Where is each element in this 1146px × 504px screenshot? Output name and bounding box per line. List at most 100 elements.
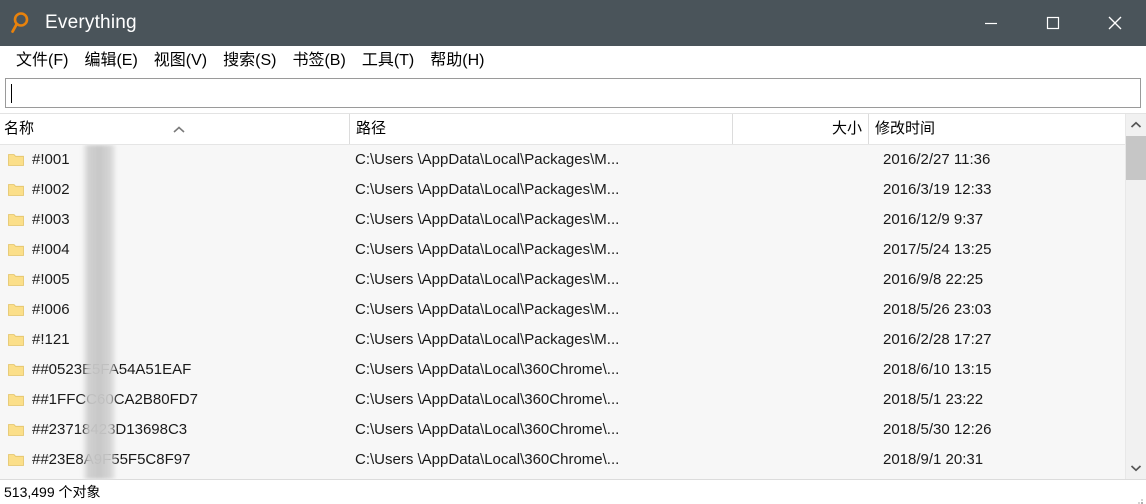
title-bar-left: Everything [0, 10, 137, 36]
column-header-path[interactable]: 路径 [349, 114, 732, 144]
row-name-text: #!002 [32, 181, 70, 198]
row-name-cell: #!006 [0, 295, 349, 325]
row-date-cell: 2017/5/24 13:25 [883, 241, 992, 258]
row-date-cell: 2016/12/9 9:37 [883, 211, 984, 228]
table-row[interactable]: ##23718423D13698C3 C:\Users \AppData\Loc… [0, 415, 1146, 445]
folder-icon [8, 243, 24, 257]
row-size-cell [732, 325, 868, 355]
row-date-cell: 2018/6/10 13:15 [883, 361, 992, 378]
table-row[interactable]: #!002 C:\Users \AppData\Local\Packages\M… [0, 175, 1146, 205]
row-path-cell: C:\Users \AppData\Local\360Chrome\... [355, 361, 620, 378]
minimize-icon [983, 15, 999, 31]
row-path-cell: C:\Users \AppData\Local\Packages\M... [355, 331, 620, 348]
row-name-text: #!001 [32, 151, 70, 168]
row-path-cell: C:\Users \AppData\Local\Packages\M... [355, 151, 620, 168]
column-header-date-label: 修改时间 [875, 120, 936, 137]
vertical-scrollbar[interactable] [1125, 114, 1146, 479]
folder-icon [8, 423, 24, 437]
menu-item-search[interactable]: 搜索(S) [215, 51, 284, 72]
table-row[interactable]: #!001 C:\Users \AppData\Local\Packages\M… [0, 145, 1146, 175]
chevron-up-icon [171, 116, 187, 133]
row-size-cell [732, 415, 868, 445]
row-size-cell [732, 205, 868, 235]
table-row[interactable]: ##0523E5FA54A51EAF C:\Users \AppData\Loc… [0, 355, 1146, 385]
row-path-cell: C:\Users \AppData\Local\360Chrome\... [355, 391, 620, 408]
window-controls [960, 0, 1146, 46]
minimize-button[interactable] [960, 0, 1022, 46]
row-name-text: #!005 [32, 271, 70, 288]
table-row[interactable]: #!003 C:\Users \AppData\Local\Packages\M… [0, 205, 1146, 235]
row-size-cell [732, 355, 868, 385]
search-input[interactable] [5, 78, 1141, 108]
row-path-cell: C:\Users \AppData\Local\360Chrome\... [355, 451, 620, 468]
row-size-cell [732, 265, 868, 295]
menu-item-help[interactable]: 帮助(H) [422, 51, 492, 72]
window-title: Everything [45, 12, 137, 33]
row-name-cell: ##1FFCC60CA2B80FD7 [0, 385, 349, 415]
menu-bar: 文件(F) 编辑(E) 视图(V) 搜索(S) 书签(B) 工具(T) 帮助(H… [0, 46, 1146, 76]
row-path-cell: C:\Users \AppData\Local\360Chrome\... [355, 421, 620, 438]
row-date-cell: 2018/5/26 23:03 [883, 301, 992, 318]
menu-item-tools[interactable]: 工具(T) [354, 51, 422, 72]
table-row[interactable]: #!005 C:\Users \AppData\Local\Packages\M… [0, 265, 1146, 295]
menu-item-bookmark[interactable]: 书签(B) [284, 51, 353, 72]
menu-item-view[interactable]: 视图(V) [146, 51, 215, 72]
row-name-text: #!003 [32, 211, 70, 228]
column-header-date[interactable]: 修改时间 [868, 114, 1118, 144]
status-bar: 513,499 个对象 [0, 479, 1146, 504]
row-date-cell: 2016/2/27 11:36 [883, 151, 991, 168]
resize-grip-icon[interactable] [1134, 492, 1144, 504]
table-row[interactable]: #!121 C:\Users \AppData\Local\Packages\M… [0, 325, 1146, 355]
chevron-up-icon [1130, 116, 1142, 134]
row-name-text: #!004 [32, 241, 70, 258]
results-rows: #!001 C:\Users \AppData\Local\Packages\M… [0, 145, 1146, 479]
scroll-down-button[interactable] [1126, 457, 1146, 479]
folder-icon [8, 153, 24, 167]
row-size-cell [732, 295, 868, 325]
row-path-cell: C:\Users \AppData\Local\Packages\M... [355, 241, 620, 258]
scroll-up-button[interactable] [1126, 114, 1146, 136]
chevron-down-icon [1130, 459, 1142, 477]
table-row[interactable]: #!006 C:\Users \AppData\Local\Packages\M… [0, 295, 1146, 325]
table-row[interactable]: ##23E8A9F55F5C8F97 C:\Users \AppData\Loc… [0, 445, 1146, 475]
folder-icon [8, 183, 24, 197]
row-path-cell: C:\Users \AppData\Local\Packages\M... [355, 211, 620, 228]
row-date-cell: 2018/5/1 23:22 [883, 391, 984, 408]
everything-window: Everything 文件(F) 编辑(E) 视图(V) 搜索(S) 书签(B)… [0, 0, 1146, 504]
row-date-cell: 2016/2/28 17:27 [883, 331, 992, 348]
row-name-text: ##23718423D13698C3 [32, 421, 188, 438]
close-icon [1106, 14, 1124, 32]
maximize-icon [1045, 15, 1061, 31]
close-button[interactable] [1084, 0, 1146, 46]
menu-item-edit[interactable]: 编辑(E) [76, 51, 145, 72]
row-name-cell: ##23718423D13698C3 [0, 415, 349, 445]
folder-icon [8, 393, 24, 407]
row-size-cell [732, 175, 868, 205]
row-name-text: ##1FFCC60CA2B80FD7 [32, 391, 198, 408]
row-name-cell: #!002 [0, 175, 349, 205]
row-size-cell [732, 385, 868, 415]
title-bar: Everything [0, 0, 1146, 46]
column-header-name[interactable]: 名称 [0, 114, 349, 144]
row-name-cell: #!004 [0, 235, 349, 265]
status-object-count: 513,499 个对象 [4, 484, 101, 500]
column-header-size[interactable]: 大小 [732, 114, 868, 144]
row-name-text: #!006 [32, 301, 70, 318]
row-path-cell: C:\Users \AppData\Local\Packages\M... [355, 271, 620, 288]
text-caret [11, 83, 12, 103]
row-size-cell [732, 235, 868, 265]
row-name-text: ##0523E5FA54A51EAF [32, 361, 192, 378]
maximize-button[interactable] [1022, 0, 1084, 46]
row-size-cell [732, 145, 868, 175]
magnifier-icon [10, 10, 36, 36]
row-name-text: #!121 [32, 331, 70, 348]
menu-item-file[interactable]: 文件(F) [8, 51, 76, 72]
table-row[interactable]: #!004 C:\Users \AppData\Local\Packages\M… [0, 235, 1146, 265]
scrollbar-track[interactable] [1126, 136, 1146, 457]
row-path-cell: C:\Users \AppData\Local\Packages\M... [355, 301, 620, 318]
table-row[interactable]: ##1FFCC60CA2B80FD7 C:\Users \AppData\Loc… [0, 385, 1146, 415]
scrollbar-thumb[interactable] [1126, 136, 1146, 180]
row-name-cell: #!005 [0, 265, 349, 295]
row-date-cell: 2018/5/30 12:26 [883, 421, 992, 438]
row-size-cell [732, 445, 868, 475]
